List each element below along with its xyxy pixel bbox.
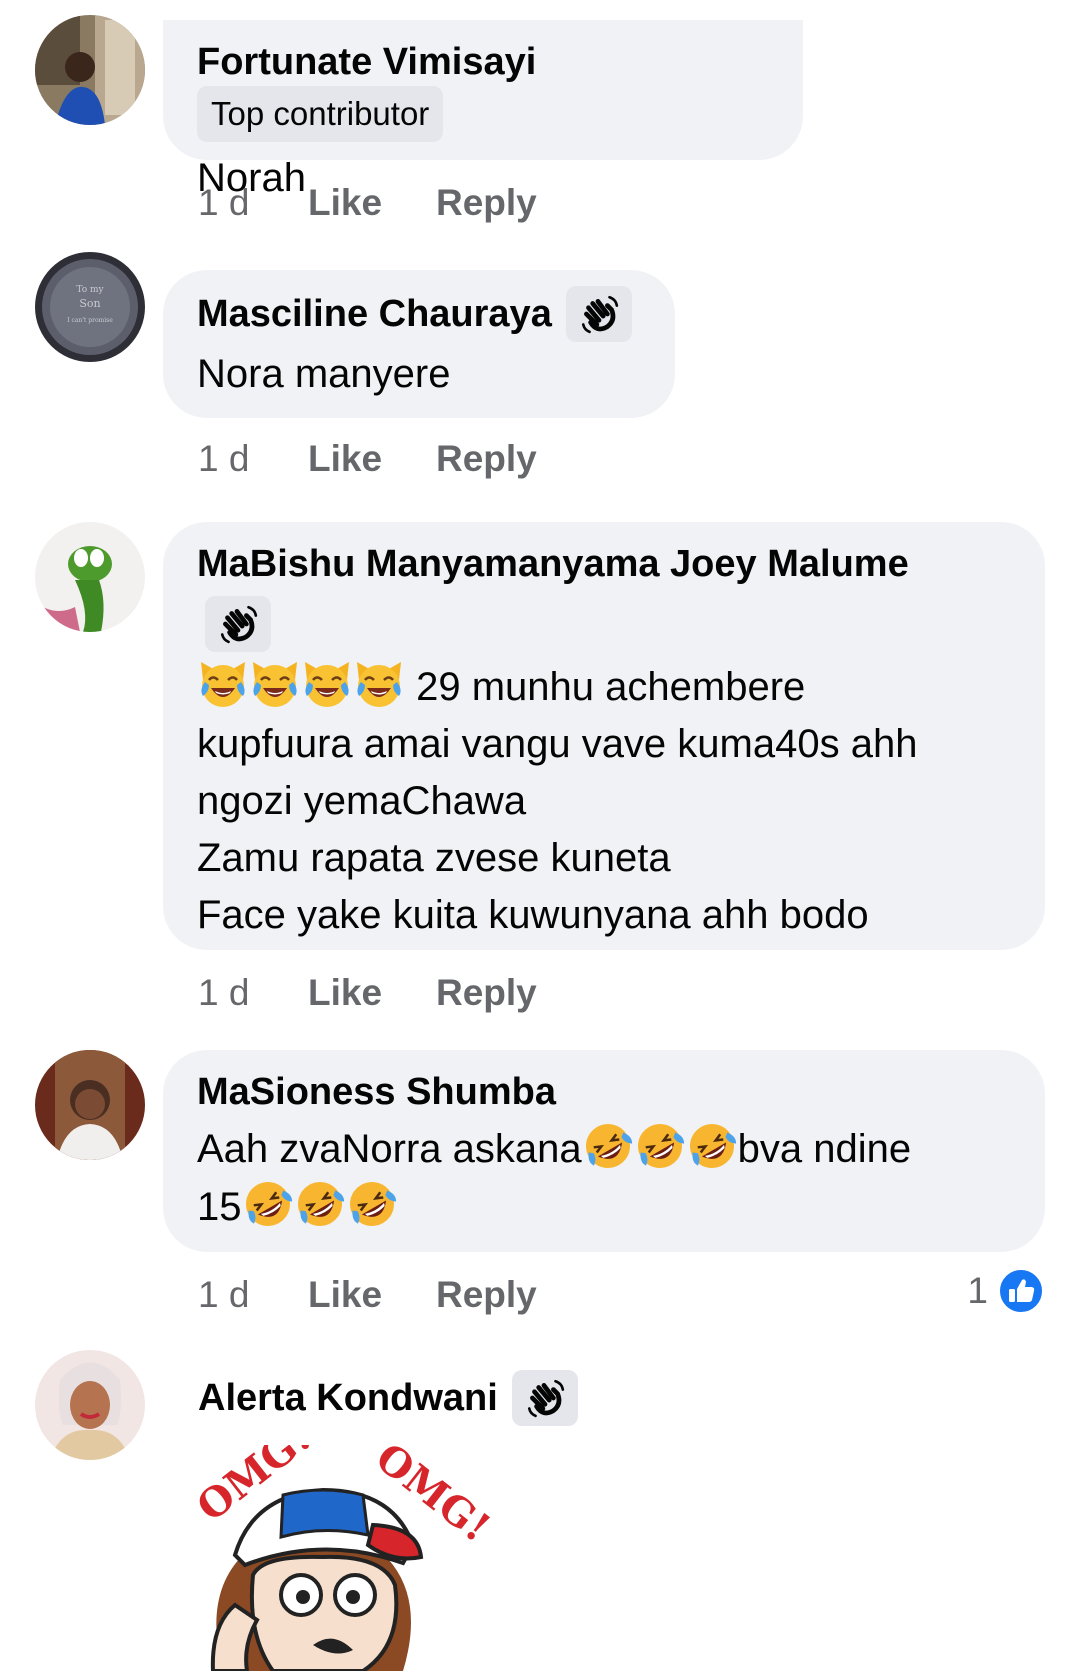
svg-text:Son: Son [79, 297, 100, 310]
comment-actions: 1 d Like Reply [198, 968, 537, 1018]
comment-author[interactable]: Masciline Chauraya [197, 290, 552, 338]
comment-actions: 1 d Like Reply [198, 434, 537, 484]
comment-time[interactable]: 1 d [198, 1274, 308, 1316]
avatar[interactable] [35, 15, 145, 125]
avatar[interactable] [35, 1050, 145, 1160]
thumbs-up-icon [998, 1268, 1044, 1314]
reply-button[interactable]: Reply [436, 1274, 537, 1316]
comment-text: Nora manyere [197, 352, 451, 396]
wave-icon[interactable] [205, 596, 271, 652]
crying-laughing-cat-emoji [301, 658, 353, 710]
reaction-summary[interactable]: 1 [967, 1266, 1044, 1316]
comment-line: kupfuura amai vangu vave kuma40s ahh [197, 722, 918, 766]
comment-time[interactable]: 1 d [198, 972, 308, 1014]
like-button[interactable]: Like [308, 972, 436, 1014]
rolling-on-floor-laughing-emoji [582, 1120, 634, 1172]
rolling-on-floor-laughing-emoji [634, 1120, 686, 1172]
like-button[interactable]: Like [308, 182, 436, 224]
omg-sticker[interactable]: OMG! OMG! [163, 1445, 503, 1671]
reply-button[interactable]: Reply [436, 182, 537, 224]
svg-text:To my: To my [76, 285, 104, 295]
wave-icon[interactable] [565, 286, 632, 342]
avatar[interactable]: To my Son I can't promise [35, 252, 145, 362]
comment-line: ngozi yemaChawa [197, 779, 527, 823]
comment-actions: 1 d Like Reply [198, 1270, 537, 1320]
comment-author[interactable]: MaSioness Shumba [197, 1068, 556, 1116]
comment-time[interactable]: 1 d [198, 182, 308, 224]
reaction-count: 1 [967, 1270, 988, 1311]
avatar[interactable] [35, 1350, 145, 1460]
crying-laughing-cat-emoji [249, 658, 301, 710]
top-contributor-badge[interactable]: Top contributor [197, 86, 444, 142]
comment-line: Zamu rapata zvese kuneta [197, 836, 671, 880]
comment-line: 29 munhu achembere [416, 665, 806, 709]
rolling-on-floor-laughing-emoji [686, 1120, 738, 1172]
reply-button[interactable]: Reply [436, 438, 537, 480]
rolling-on-floor-laughing-emoji [294, 1178, 346, 1230]
like-button[interactable]: Like [308, 438, 436, 480]
svg-text:I can't promise: I can't promise [67, 317, 113, 324]
like-button[interactable]: Like [308, 1274, 436, 1316]
avatar[interactable] [35, 522, 145, 632]
comment-text: Aah zvaNorra askana bva ndine 15 [197, 1120, 1011, 1236]
crying-laughing-cat-emoji [197, 658, 249, 710]
comment-time[interactable]: 1 d [198, 438, 308, 480]
reply-button[interactable]: Reply [436, 972, 537, 1014]
comment-author[interactable]: MaBishu Manyamanyama Joey Malume [197, 540, 909, 588]
crying-laughing-cat-emoji [353, 658, 405, 710]
comment-text-part: 15 [197, 1185, 242, 1229]
comment-text-part: Aah zvaNorra askana [197, 1127, 582, 1171]
rolling-on-floor-laughing-emoji [346, 1178, 398, 1230]
comment-bubble: MaBishu Manyamanyama Joey Malume 29 munh… [163, 522, 1045, 950]
comment-line: Face yake kuita kuwunyana ahh bodo [197, 893, 869, 937]
comment-actions: 1 d Like Reply [198, 178, 537, 228]
comment-text: 29 munhu achembere kupfuura amai vangu v… [197, 658, 1011, 944]
comment-bubble: Masciline Chauraya Nora manyere [163, 270, 675, 418]
rolling-on-floor-laughing-emoji [242, 1178, 294, 1230]
comment-bubble: Fortunate Vimisayi Top contributor Norah [163, 20, 803, 200]
comment-bubble: MaSioness Shumba Aah zvaNorra askana bva … [163, 1050, 1045, 1252]
comment-text-part: bva ndine [737, 1127, 912, 1171]
comment-author[interactable]: Fortunate Vimisayi [197, 38, 536, 86]
wave-icon[interactable] [511, 1370, 578, 1426]
comment-author[interactable]: Alerta Kondwani [198, 1374, 498, 1422]
